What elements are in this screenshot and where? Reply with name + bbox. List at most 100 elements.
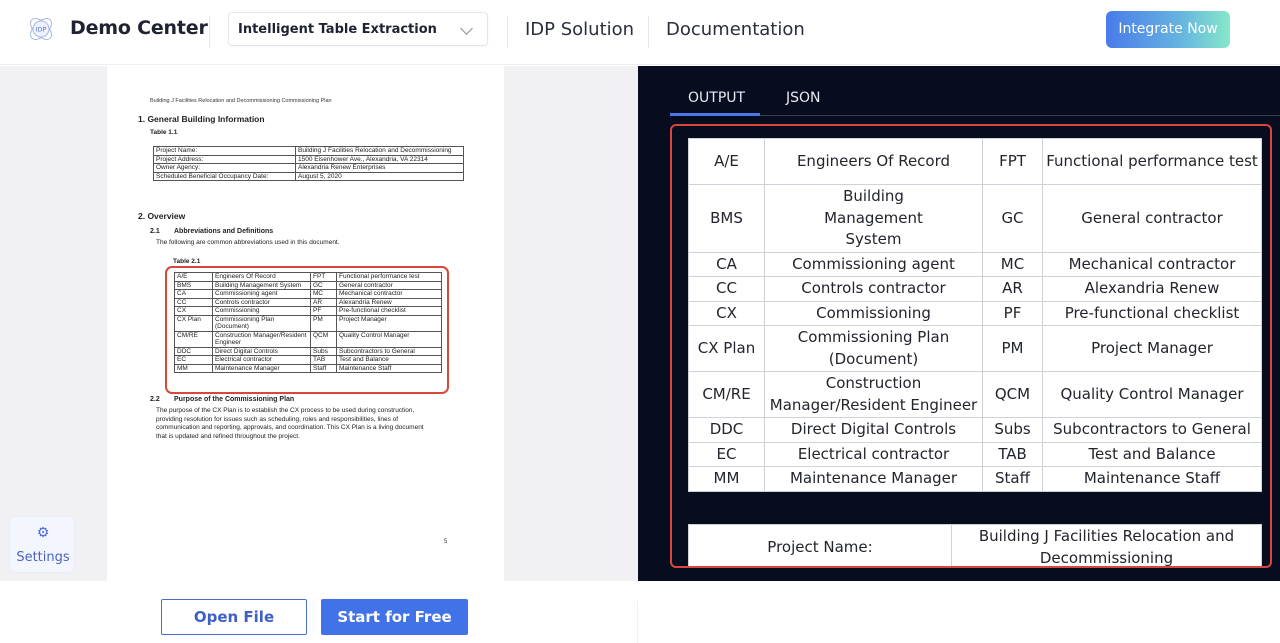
table-cell[interactable]: General contractor — [1042, 184, 1262, 253]
table-cell[interactable]: Subcontractors to General — [1042, 417, 1262, 443]
table-cell: Alexandria Renew Enterprises — [295, 163, 464, 173]
table-cell[interactable]: Quality Control Manager — [1042, 371, 1262, 418]
brand-title[interactable]: Demo Center — [70, 17, 208, 39]
table-cell[interactable]: Commissioning — [764, 300, 983, 326]
table-row: CC Controls contractor AR Alexandria Renew — [688, 276, 1262, 302]
gear-icon: ⚙ — [36, 525, 50, 541]
table-cell: Project Name: — [153, 146, 296, 156]
detected-table-highlight — [165, 266, 449, 394]
doc-table2-caption: Table 2.1 — [173, 258, 201, 265]
table-cell[interactable]: Electrical contractor — [764, 441, 983, 467]
table-cell: Owner Agency: — [153, 163, 296, 173]
doc-table1-caption: Table 1.1 — [150, 129, 178, 136]
table-row: Project Name: Building J Facilities Reloc… — [688, 524, 1262, 566]
table-cell[interactable]: AR — [982, 276, 1043, 302]
table-row: Project Name: Building J Facilities Relo… — [153, 146, 464, 156]
settings-label: Settings — [16, 550, 70, 565]
table-cell[interactable]: Controls contractor — [764, 276, 983, 302]
table-cell[interactable]: Building J Facilities Relocation and Dec… — [951, 524, 1262, 566]
table-row: A/E Engineers Of Record FPT Functional perf… — [688, 138, 1262, 185]
open-file-button[interactable]: Open File — [161, 599, 307, 635]
table-cell[interactable]: CX Plan — [688, 325, 765, 372]
table-row: CM/RE Construction Manager/Resident Engin… — [688, 371, 1262, 418]
tab-json[interactable]: JSON — [786, 90, 821, 106]
table-cell[interactable]: Construction Manager/Resident Engineer — [764, 371, 983, 418]
table-cell[interactable]: Pre-functional checklist — [1042, 300, 1262, 326]
table-cell[interactable]: Maintenance Manager — [764, 466, 983, 492]
table-row: Owner Agency: Alexandria Renew Enterpris… — [153, 163, 464, 173]
table-row: CX Plan Commissioning Plan (Document) PM Pr… — [688, 325, 1262, 372]
output-pane: OUTPUT JSON A/E Engineers Of Record FPT Fun… — [638, 66, 1280, 581]
active-tab-indicator — [670, 113, 760, 116]
table-row: Scheduled Beneficial Occupancy Date: Aug… — [153, 171, 464, 181]
extracted-table-project-info: Project Name: Building J Facilities Reloc… — [688, 524, 1262, 566]
table-cell[interactable]: CC — [688, 276, 765, 302]
settings-button[interactable]: ⚙ Settings — [9, 516, 75, 573]
table-row: CX Commissioning PF Pre-functional checklis… — [688, 300, 1262, 326]
doc-section-1-title: 1. General Building Information — [138, 114, 265, 124]
table-cell[interactable]: Direct Digital Controls — [764, 417, 983, 443]
table-cell[interactable]: Subs — [982, 417, 1043, 443]
table-row: DDC Direct Digital Controls Subs Subcontrac… — [688, 417, 1262, 443]
table-cell[interactable]: Functional performance test — [1042, 138, 1262, 185]
doc-running-header: Building J Facilities Relocation and Dec… — [150, 98, 332, 104]
table-row: EC Electrical contractor TAB Test and Balan… — [688, 441, 1262, 467]
table-cell[interactable]: CA — [688, 251, 765, 277]
table-cell[interactable]: CM/RE — [688, 371, 765, 418]
footer-divider — [637, 601, 638, 643]
product-select-value: Intelligent Table Extraction — [238, 22, 437, 37]
chevron-down-icon — [460, 22, 473, 35]
tab-output[interactable]: OUTPUT — [688, 90, 745, 106]
table-cell[interactable]: Commissioning Plan (Document) — [764, 325, 983, 372]
table-cell[interactable]: Commissioning agent — [764, 251, 983, 277]
integrate-now-button[interactable]: Integrate Now — [1106, 11, 1230, 48]
table-cell[interactable]: MC — [982, 251, 1043, 277]
doc-section-2-1-text: The following are common abbreviations u… — [156, 239, 340, 246]
table-cell[interactable]: A/E — [688, 138, 765, 185]
table-cell[interactable]: CX — [688, 300, 765, 326]
doc-table-1: Project Name: Building J Facilities Relo… — [153, 146, 464, 181]
footer-bar: Open File Start for Free — [0, 581, 1280, 643]
table-cell[interactable]: Staff — [982, 466, 1043, 492]
table-cell: 1500 Eisenhower Ave., Alexandria, VA 223… — [295, 154, 464, 164]
table-row: BMS Building Management System GC General c… — [688, 184, 1262, 253]
table-cell[interactable]: Project Name: — [688, 524, 952, 566]
table-cell[interactable]: Building Management System — [764, 184, 983, 253]
start-for-free-button[interactable]: Start for Free — [321, 599, 468, 635]
table-cell[interactable]: PF — [982, 300, 1043, 326]
table-cell[interactable]: Maintenance Staff — [1042, 466, 1262, 492]
svg-text:IDP: IDP — [36, 26, 47, 34]
header-divider — [648, 16, 649, 48]
table-cell[interactable]: PM — [982, 325, 1043, 372]
table-cell[interactable]: FPT — [982, 138, 1043, 185]
extracted-table-container[interactable]: A/E Engineers Of Record FPT Functional perf… — [670, 124, 1272, 568]
table-cell[interactable]: Mechanical contractor — [1042, 251, 1262, 277]
doc-section-2-2-text: The purpose of the CX Plan is to establi… — [156, 407, 424, 440]
top-header: IDP Demo Center Intelligent Table Extrac… — [0, 0, 1280, 65]
doc-page-number: 5 — [444, 539, 448, 545]
table-cell[interactable]: Engineers Of Record — [764, 138, 983, 185]
table-cell[interactable]: EC — [688, 441, 765, 467]
table-cell[interactable]: QCM — [982, 371, 1043, 418]
table-cell[interactable]: BMS — [688, 184, 765, 253]
extracted-table-abbreviations: A/E Engineers Of Record FPT Functional perf… — [688, 138, 1262, 492]
table-row: Project Address: 1500 Eisenhower Ave., A… — [153, 154, 464, 164]
table-cell[interactable]: DDC — [688, 417, 765, 443]
table-cell[interactable]: MM — [688, 466, 765, 492]
table-cell[interactable]: Project Manager — [1042, 325, 1262, 372]
nav-documentation[interactable]: Documentation — [666, 19, 805, 40]
output-tabs: OUTPUT JSON — [670, 66, 1280, 116]
table-cell[interactable]: Test and Balance — [1042, 441, 1262, 467]
doc-section-2-2-title: 2.2 Purpose of the Commissioning Plan — [150, 396, 295, 403]
table-cell[interactable]: TAB — [982, 441, 1043, 467]
doc-section-2-1-title: 2.1 Abbreviations and Definitions — [150, 228, 274, 235]
document-preview-pane: Building J Facilities Relocation and Dec… — [0, 66, 638, 581]
table-cell: August 5, 2020 — [295, 171, 464, 181]
table-cell[interactable]: Alexandria Renew — [1042, 276, 1262, 302]
table-cell: Project Address: — [153, 154, 296, 164]
table-row: CA Commissioning agent MC Mechanical contra… — [688, 251, 1262, 277]
nav-idp-solution[interactable]: IDP Solution — [525, 19, 634, 40]
doc-section-2-title: 2. Overview — [138, 211, 186, 221]
table-cell[interactable]: GC — [982, 184, 1043, 253]
product-select[interactable]: Intelligent Table Extraction — [228, 12, 488, 46]
